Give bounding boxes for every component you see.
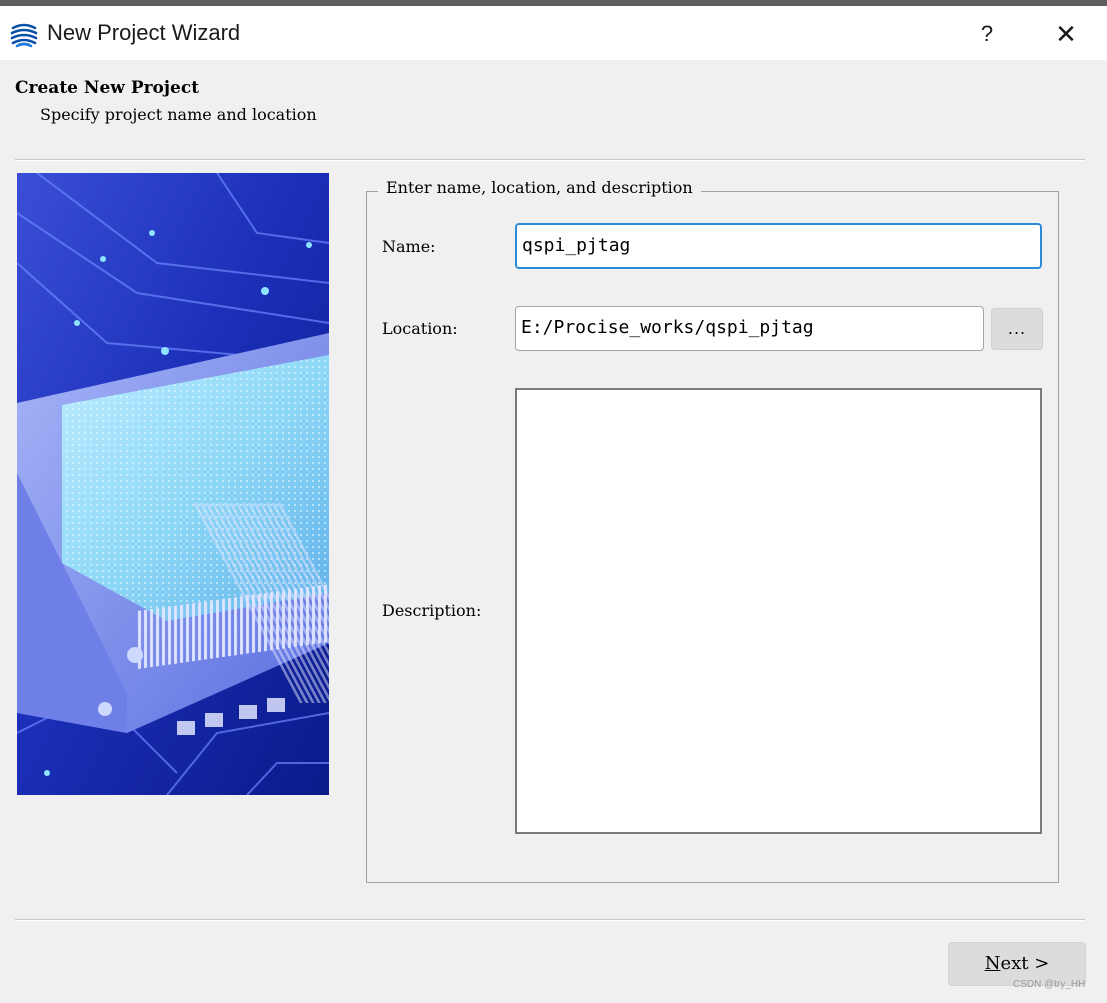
location-label: Location: (382, 319, 458, 338)
browse-button[interactable]: ... (991, 308, 1043, 350)
project-name-input[interactable]: qspi_pjtag (515, 223, 1042, 269)
description-label: Description: (382, 601, 482, 620)
page-title: Create New Project (15, 78, 200, 98)
description-textarea[interactable] (515, 388, 1042, 834)
footer-divider (15, 919, 1085, 921)
close-icon: ✕ (1055, 19, 1077, 49)
close-button[interactable]: ✕ (1050, 18, 1082, 50)
title-bar: New Project Wizard ? ✕ (0, 6, 1107, 60)
header-divider (15, 159, 1085, 161)
watermark-text: CSDN @try_HH (1013, 979, 1086, 990)
name-label: Name: (382, 237, 436, 256)
group-title: Enter name, location, and description (378, 178, 701, 197)
app-logo-icon (10, 23, 38, 48)
next-mnemonic: N (984, 953, 1001, 974)
circuit-board-image (17, 173, 329, 795)
help-button[interactable]: ? (972, 18, 1002, 50)
next-label: ext > (1000, 953, 1050, 974)
wizard-page: Create New Project Specify project name … (0, 60, 1107, 1003)
location-input[interactable]: E:/Procise_works/qspi_pjtag (515, 306, 984, 351)
page-subtitle: Specify project name and location (40, 105, 317, 124)
window-title: New Project Wizard (47, 20, 241, 45)
